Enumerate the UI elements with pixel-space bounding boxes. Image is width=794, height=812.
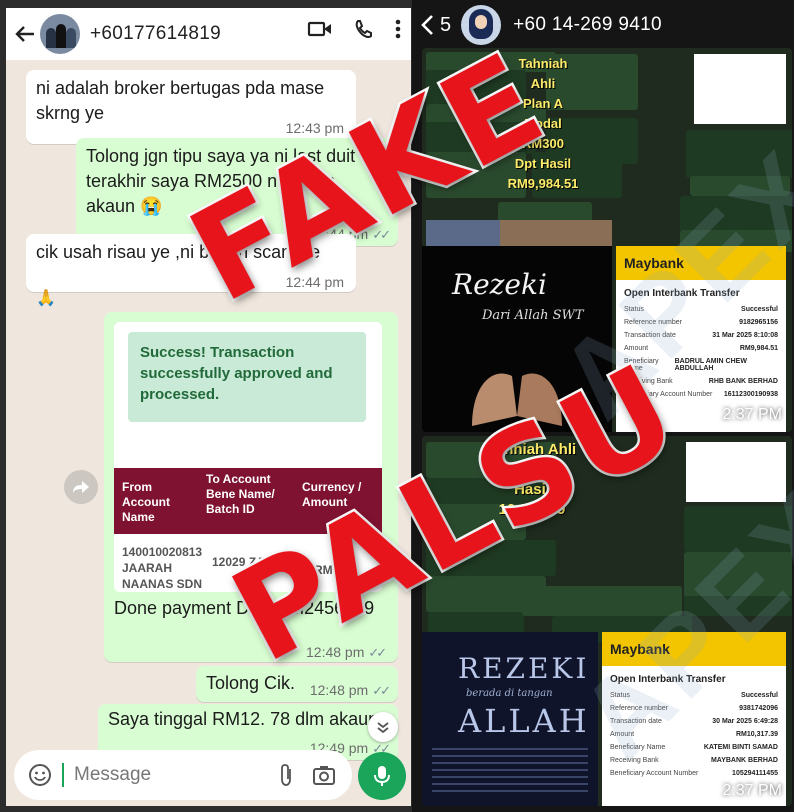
cell-from: 140010020813 JAARAH NAANAS SDN HD [122, 545, 203, 591]
message-input[interactable]: Message [74, 764, 278, 786]
more-vert-icon[interactable] [395, 18, 401, 40]
message-text: Saya tinggal RM12. 78 dlm akaun [108, 709, 379, 729]
rezeki-graphic: REZEKI berada di tangan ALLAH [422, 632, 598, 806]
back-arrow-icon[interactable] [10, 14, 40, 54]
scroll-down-icon[interactable] [368, 712, 398, 742]
col-from-account: From Account Name [122, 480, 170, 524]
col-to-account: To Account Bene Name/ Batch ID [206, 472, 275, 516]
camera-icon[interactable] [312, 764, 336, 786]
image-time: 2:37 PM [722, 406, 782, 423]
quote-text-block [432, 748, 588, 796]
message-time: 12:48 pm ✓✓ [309, 682, 391, 698]
attach-icon[interactable] [278, 763, 294, 787]
contact-phone[interactable]: +60 14-269 9410 [513, 14, 662, 36]
left-chat-header: +60177614819 [6, 8, 411, 60]
chat-snippet [498, 202, 592, 222]
image-time: 2:37 PM [722, 782, 782, 799]
emoji-icon[interactable] [28, 763, 52, 787]
contact-phone[interactable]: +60177614819 [90, 23, 221, 45]
rezeki-title: Rezeki [452, 268, 547, 301]
voice-call-icon[interactable] [353, 18, 375, 40]
contact-avatar[interactable] [40, 14, 80, 54]
success-banner: Success! Transaction successfully approv… [128, 332, 366, 422]
composite-frame: +60177614819 ni adalah broker bertugas p… [0, 0, 794, 812]
rezeki-subtitle: berada di tangan [466, 688, 553, 699]
video-call-icon[interactable] [307, 19, 333, 39]
pray-reaction-icon: 🙏 [36, 290, 56, 307]
message-input-bar[interactable]: Message [14, 750, 352, 800]
forward-icon[interactable] [64, 470, 98, 504]
unread-count[interactable]: 5 [440, 14, 451, 37]
text-cursor [62, 763, 64, 787]
mic-icon[interactable] [358, 752, 406, 800]
back-chevron-icon[interactable] [420, 14, 434, 36]
receipt-thumb [694, 54, 786, 124]
